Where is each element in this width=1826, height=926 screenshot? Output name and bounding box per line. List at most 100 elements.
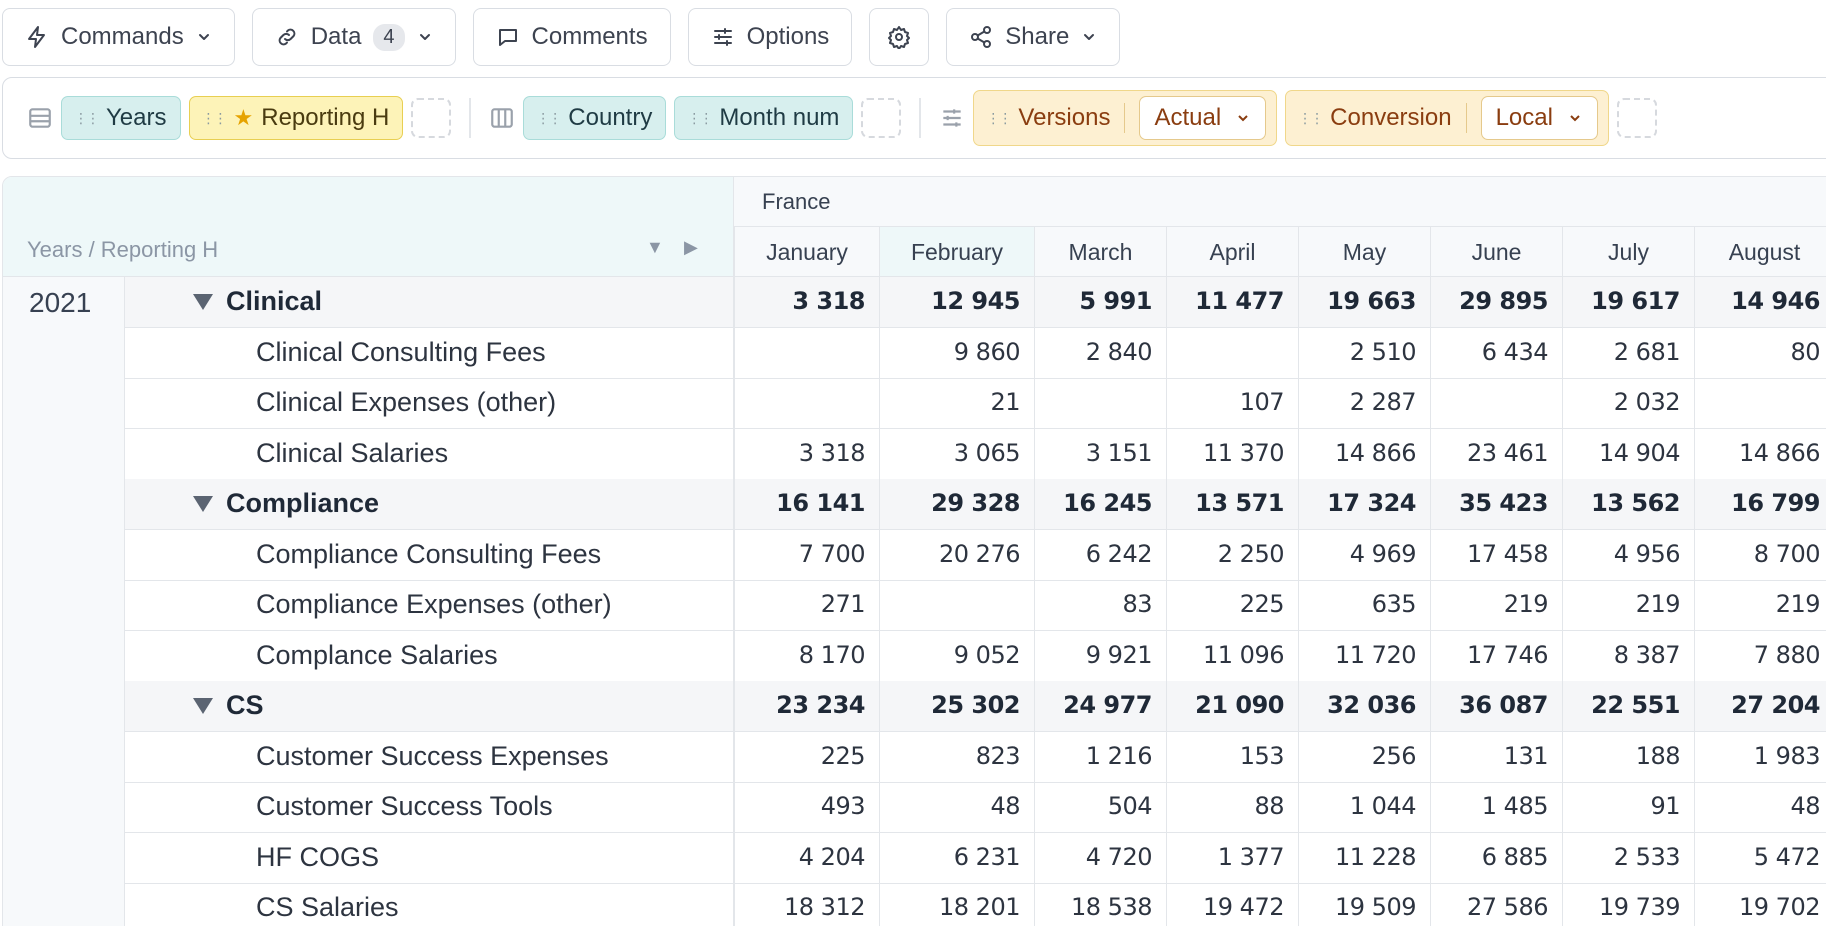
table-cell[interactable]: 6 231 — [879, 832, 1034, 883]
table-cell[interactable]: 25 302 — [879, 681, 1034, 731]
table-cell[interactable] — [734, 327, 879, 378]
table-cell[interactable]: 19 739 — [1562, 883, 1694, 926]
commands-button[interactable]: Commands — [2, 8, 235, 66]
table-cell[interactable]: 2 032 — [1562, 378, 1694, 428]
column-header-month[interactable]: January — [734, 227, 879, 277]
collapse-all-icon[interactable]: ▼ — [646, 237, 664, 258]
table-cell[interactable]: 24 977 — [1034, 681, 1166, 731]
collapse-triangle-icon[interactable] — [193, 294, 213, 310]
table-cell[interactable]: 11 370 — [1166, 428, 1298, 479]
table-cell[interactable]: 14 866 — [1298, 428, 1430, 479]
settings-button[interactable] — [869, 8, 930, 66]
row-chip-reporting-h[interactable]: ⋮⋮ ★ Reporting H — [188, 96, 404, 140]
table-cell[interactable]: 19 663 — [1298, 277, 1430, 327]
table-cell[interactable]: 32 036 — [1298, 681, 1430, 731]
table-cell[interactable]: 1 216 — [1034, 731, 1166, 782]
table-cell[interactable]: 4 720 — [1034, 832, 1166, 883]
column-header-month[interactable]: July — [1562, 227, 1694, 277]
table-cell[interactable]: 4 204 — [734, 832, 879, 883]
table-cell[interactable]: 16 245 — [1034, 479, 1166, 529]
column-header-month[interactable]: June — [1430, 227, 1562, 277]
table-cell[interactable]: 16 799 — [1694, 479, 1826, 529]
table-cell[interactable]: 225 — [1166, 580, 1298, 630]
table-cell[interactable]: 2 510 — [1298, 327, 1430, 378]
table-cell[interactable]: 1 485 — [1430, 782, 1562, 832]
table-cell[interactable]: 2 287 — [1298, 378, 1430, 428]
table-cell[interactable]: 21 090 — [1166, 681, 1298, 731]
table-cell[interactable]: 80 — [1694, 327, 1826, 378]
table-cell[interactable]: 19 617 — [1562, 277, 1694, 327]
table-cell[interactable]: 18 312 — [734, 883, 879, 926]
table-cell[interactable]: 7 700 — [734, 529, 879, 580]
table-cell[interactable]: 27 586 — [1430, 883, 1562, 926]
row-header-label[interactable]: Clinical — [125, 277, 734, 327]
share-button[interactable]: Share — [946, 8, 1121, 66]
column-header-month[interactable]: May — [1298, 227, 1430, 277]
table-cell[interactable]: 88 — [1166, 782, 1298, 832]
table-cell[interactable]: 22 551 — [1562, 681, 1694, 731]
table-cell[interactable]: 21 — [879, 378, 1034, 428]
table-cell[interactable]: 5 991 — [1034, 277, 1166, 327]
column-header-month[interactable]: March — [1034, 227, 1166, 277]
table-cell[interactable] — [879, 580, 1034, 630]
row-header-label[interactable]: Compliance — [125, 479, 734, 529]
table-cell[interactable]: 7 880 — [1694, 630, 1826, 681]
table-cell[interactable]: 29 895 — [1430, 277, 1562, 327]
table-cell[interactable]: 27 204 — [1694, 681, 1826, 731]
table-cell[interactable]: 16 141 — [734, 479, 879, 529]
table-cell[interactable]: 6 242 — [1034, 529, 1166, 580]
table-cell[interactable]: 4 956 — [1562, 529, 1694, 580]
filter-chip-conversion[interactable]: ⋮⋮ Conversion Local — [1285, 90, 1609, 146]
table-cell[interactable]: 1 044 — [1298, 782, 1430, 832]
table-cell[interactable] — [1430, 378, 1562, 428]
table-cell[interactable]: 823 — [879, 731, 1034, 782]
table-cell[interactable]: 219 — [1430, 580, 1562, 630]
options-button[interactable]: Options — [687, 8, 853, 66]
comments-button[interactable]: Comments — [472, 8, 671, 66]
table-cell[interactable]: 19 509 — [1298, 883, 1430, 926]
table-cell[interactable] — [734, 378, 879, 428]
table-cell[interactable]: 493 — [734, 782, 879, 832]
table-cell[interactable]: 13 562 — [1562, 479, 1694, 529]
table-cell[interactable]: 6 885 — [1430, 832, 1562, 883]
column-header-month[interactable]: February — [879, 227, 1034, 277]
table-cell[interactable]: 13 571 — [1166, 479, 1298, 529]
table-cell[interactable]: 23 461 — [1430, 428, 1562, 479]
table-cell[interactable]: 8 700 — [1694, 529, 1826, 580]
table-cell[interactable]: 2 533 — [1562, 832, 1694, 883]
drag-handle-icon[interactable]: ⋮⋮ — [536, 110, 562, 127]
table-cell[interactable]: 1 983 — [1694, 731, 1826, 782]
table-cell[interactable]: 3 151 — [1034, 428, 1166, 479]
table-cell[interactable]: 1 377 — [1166, 832, 1298, 883]
table-cell[interactable]: 17 324 — [1298, 479, 1430, 529]
table-cell[interactable]: 91 — [1562, 782, 1694, 832]
table-cell[interactable]: 9 921 — [1034, 630, 1166, 681]
table-cell[interactable]: 271 — [734, 580, 879, 630]
table-cell[interactable]: 19 472 — [1166, 883, 1298, 926]
column-drop-placeholder[interactable] — [861, 98, 902, 138]
table-cell[interactable]: 36 087 — [1430, 681, 1562, 731]
table-cell[interactable]: 4 969 — [1298, 529, 1430, 580]
table-cell[interactable]: 20 276 — [879, 529, 1034, 580]
table-cell[interactable]: 14 904 — [1562, 428, 1694, 479]
table-cell[interactable]: 504 — [1034, 782, 1166, 832]
drag-handle-icon[interactable]: ⋮⋮ — [202, 110, 228, 127]
table-cell[interactable] — [1034, 378, 1166, 428]
table-cell[interactable]: 18 538 — [1034, 883, 1166, 926]
table-cell[interactable]: 83 — [1034, 580, 1166, 630]
table-cell[interactable]: 14 866 — [1694, 428, 1826, 479]
table-cell[interactable]: 107 — [1166, 378, 1298, 428]
table-cell[interactable]: 29 328 — [879, 479, 1034, 529]
table-cell[interactable]: 3 318 — [734, 277, 879, 327]
column-chip-month-num[interactable]: ⋮⋮ Month num — [674, 96, 854, 140]
row-header-label[interactable]: CS — [125, 681, 734, 731]
table-cell[interactable]: 131 — [1430, 731, 1562, 782]
table-cell[interactable]: 11 720 — [1298, 630, 1430, 681]
column-header-month[interactable]: August — [1694, 227, 1826, 277]
table-cell[interactable]: 17 746 — [1430, 630, 1562, 681]
table-cell[interactable]: 219 — [1694, 580, 1826, 630]
table-cell[interactable]: 9 860 — [879, 327, 1034, 378]
table-cell[interactable]: 2 840 — [1034, 327, 1166, 378]
table-cell[interactable]: 3 065 — [879, 428, 1034, 479]
table-cell[interactable]: 35 423 — [1430, 479, 1562, 529]
